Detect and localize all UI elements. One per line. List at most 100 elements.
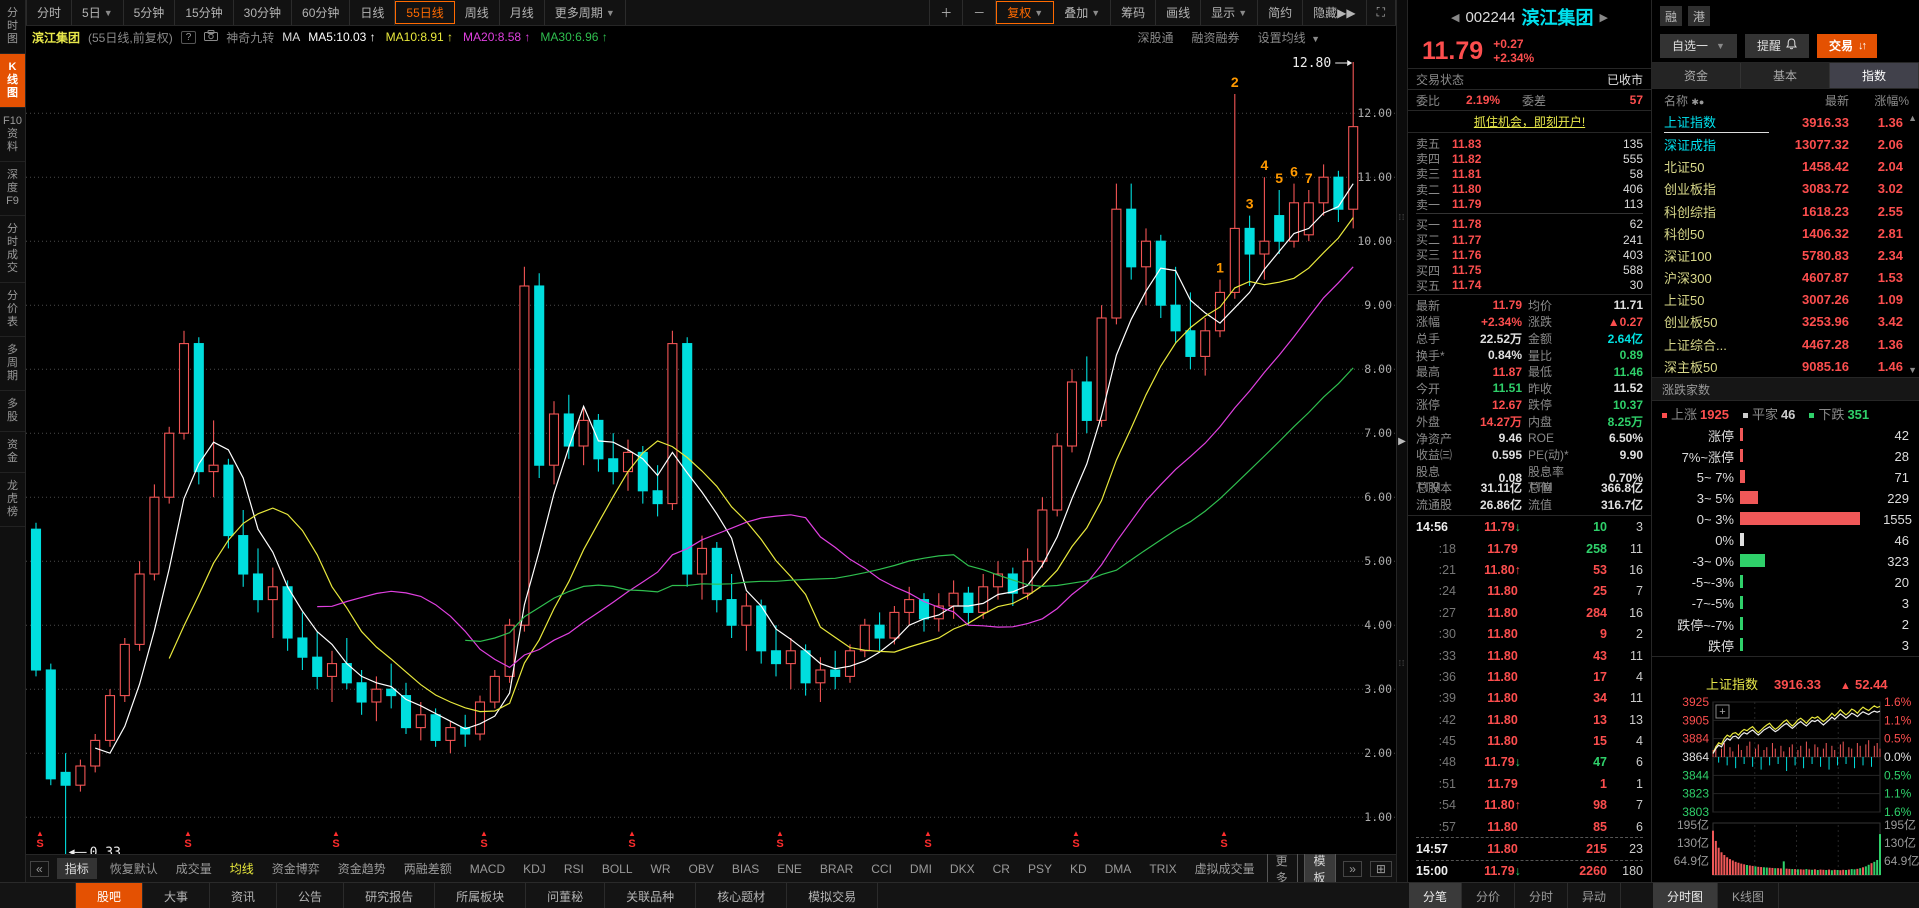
index-row-科创综指[interactable]: 科创综指 1618.23 2.55 [1652,200,1919,222]
grid-layout-icon[interactable]: ⊞ [1369,860,1392,877]
tab-基本[interactable]: 基本 [1741,62,1830,89]
camera-icon[interactable] [204,30,219,44]
event-s-marker[interactable]: S [36,838,43,850]
quote-tab-异动[interactable]: 异动 [1568,883,1622,908]
sidebar-item-zijin[interactable]: 资金 [0,432,25,473]
period-button-5分钟[interactable]: 5分钟 [124,0,176,25]
period-button-30分钟[interactable]: 30分钟 [234,0,293,25]
event-s-marker[interactable]: S [924,838,931,850]
indicator-CR[interactable]: CR [984,862,1019,876]
help-icon[interactable]: ? [180,30,197,44]
chart-link-深股通[interactable]: 深股通 [1138,29,1174,46]
tool-button-＋[interactable]: ＋ [929,0,964,25]
event-s-marker[interactable]: S [1072,838,1079,850]
tool-button-画线[interactable]: 画线 [1156,0,1202,25]
period-button-55日线[interactable]: 55日线 [395,1,455,24]
magic-nine-label[interactable]: 神奇九转 [226,29,274,46]
next-stock-icon[interactable]: ▶ [1600,11,1608,24]
index-row-深证100[interactable]: 深证100 5780.83 2.34 [1652,244,1919,266]
sidebar-item-duozhouqi[interactable]: 多周期 [0,337,25,391]
footer-tab-资讯[interactable]: 资讯 [210,883,278,908]
watchlist-button[interactable]: 自选一 ▼ [1660,33,1737,58]
sidebar-item-f10ziliao[interactable]: F10 资料 [0,108,25,162]
indicator-DKX[interactable]: DKX [941,862,984,876]
index-tab-分时图[interactable]: 分时图 [1653,883,1719,908]
footer-tab-大事[interactable]: 大事 [143,883,211,908]
chart-link-融资融券[interactable]: 融资融券 [1192,29,1240,46]
market-badge-融[interactable]: 融 [1660,6,1682,26]
sidebar-item-kxiantu[interactable]: K线图 [0,54,25,108]
index-row-科创50[interactable]: 科创50 1406.32 2.81 [1652,222,1919,244]
indicator-两融差额[interactable]: 两融差额 [395,860,461,877]
indicator-资金博弈[interactable]: 资金博弈 [263,860,329,877]
prev-stock-icon[interactable]: ◀ [1451,11,1459,24]
indicator-WR[interactable]: WR [642,862,680,876]
quote-tab-分时[interactable]: 分时 [1515,883,1569,908]
footer-tab-所属板块[interactable]: 所属板块 [435,883,527,908]
index-row-深证成指[interactable]: 深证成指 13077.32 2.06 [1652,133,1919,155]
index-row-创业板指[interactable]: 创业板指 3083.72 3.02 [1652,178,1919,200]
period-button-周线[interactable]: 周线 [455,0,500,25]
ma-group-label[interactable]: MA [282,30,300,44]
period-button-60分钟[interactable]: 60分钟 [292,0,351,25]
index-row-沪深300[interactable]: 沪深300 4607.87 1.53 [1652,266,1919,288]
event-s-marker[interactable]: S [184,838,191,850]
alert-button[interactable]: 提醒 [1744,33,1809,58]
panel-splitter[interactable]: ⁞⁞ ▶ ⁞⁞ [1396,0,1408,882]
index-row-创业板50[interactable]: 创业板50 3253.96 3.42 [1652,311,1919,333]
sidebar-item-shendu-f9[interactable]: 深度 F9 [0,162,25,216]
period-button-更多周期[interactable]: 更多周期 ▼ [545,0,626,25]
trade-button[interactable]: 交易 ↓↑ [1816,33,1877,58]
footer-tab-公告[interactable]: 公告 [277,883,345,908]
indicator-指标[interactable]: 指标 [56,858,97,879]
period-button-分时[interactable]: 分时 [26,0,73,25]
index-row-北证50[interactable]: 北证50 1458.42 2.04 [1652,156,1919,178]
market-badge-港[interactable]: 港 [1688,6,1710,26]
footer-tab-核心题材[interactable]: 核心题材 [696,883,788,908]
indicator-OBV[interactable]: OBV [680,862,723,876]
index-row-深主板50[interactable]: 深主板50 9085.16 1.46 [1652,355,1919,377]
tool-button-隐藏▶▶[interactable]: 隐藏▶▶ [1303,0,1367,25]
splitter-collapse-icon[interactable]: ▶ [1398,436,1406,447]
sidebar-item-fenjiabiao[interactable]: 分价表 [0,283,25,337]
tab-指数[interactable]: 指数 [1830,62,1919,89]
footer-tab-研究报告[interactable]: 研究报告 [344,883,436,908]
indicator-成交量[interactable]: 成交量 [167,860,221,877]
sort-icons[interactable]: ✱● [1691,97,1704,107]
indicator-BRAR[interactable]: BRAR [811,862,862,876]
kline-chart[interactable]: 12.0011.0010.009.008.007.006.005.004.003… [26,48,1396,854]
indicator-DMI[interactable]: DMI [901,862,941,876]
indicator-PSY[interactable]: PSY [1019,862,1061,876]
tool-button-－[interactable]: － [963,0,997,25]
mini-index-chart[interactable]: 上证指数 3916.33 ▲ 52.44 3925 1.6% 3905 1.1% 3884 0.5… [1652,656,1919,882]
open-account-link[interactable]: 抓住机会，即刻开户! [1474,113,1585,130]
tab-资金[interactable]: 资金 [1652,62,1741,89]
index-row-上证综合...[interactable]: 上证综合... 4467.28 1.36 [1652,333,1919,355]
footer-tab-关联品种[interactable]: 关联品种 [605,883,697,908]
index-tab-K线图[interactable]: K线图 [1718,883,1780,908]
quote-tab-分笔[interactable]: 分笔 [1409,883,1463,908]
sidebar-item-duogu[interactable]: 多股 [0,391,25,432]
footer-tab-模拟交易[interactable]: 模拟交易 [787,883,879,908]
scroll-down-icon[interactable]: ▼ [1908,365,1917,375]
period-button-月线[interactable]: 月线 [500,0,545,25]
index-row-上证指数[interactable]: 上证指数 3916.33 1.36 [1652,111,1919,133]
indicator-CCI[interactable]: CCI [862,862,901,876]
indicator-BOLL[interactable]: BOLL [593,862,642,876]
indicator-BIAS[interactable]: BIAS [723,862,768,876]
mini-chart-svg[interactable]: 上证指数 3916.33 ▲ 52.44 3925 1.6% 3905 1.1% 3884 0.5… [1652,657,1919,879]
indicator-虚拟成交量[interactable]: 虚拟成交量 [1186,860,1264,877]
indicator-资金趋势[interactable]: 资金趋势 [329,860,395,877]
chart-link-设置均线[interactable]: 设置均线 ▼ [1258,29,1320,46]
indicator-KD[interactable]: KD [1061,862,1096,876]
scroll-up-icon[interactable]: ▲ [1908,113,1917,123]
event-s-marker[interactable]: S [1220,838,1227,850]
indicator-MACD[interactable]: MACD [461,862,514,876]
indicator-ENE[interactable]: ENE [768,862,811,876]
sidebar-item-fenshi-chengjiao[interactable]: 分时成交 [0,216,25,283]
sidebar-item-longhubang[interactable]: 龙虎榜 [0,473,25,527]
event-s-marker[interactable]: S [480,838,487,850]
footer-tab-股吧[interactable]: 股吧 [75,883,144,908]
tool-button-显示[interactable]: 显示 ▼ [1201,0,1259,25]
indicator-均线[interactable]: 均线 [221,860,263,877]
